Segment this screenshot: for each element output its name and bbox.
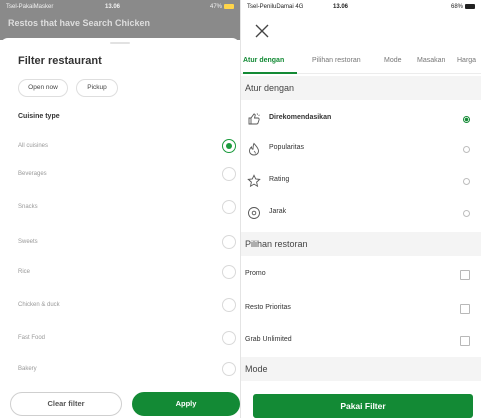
cuisine-option[interactable]: Chicken & duck [0, 297, 240, 317]
apply-button[interactable]: Apply [132, 392, 240, 416]
carrier-label: Tsel-PeniluDamai [247, 4, 294, 10]
cuisine-radio[interactable] [222, 200, 236, 214]
status-bar: Tsel-PakaiMasker 13.06 47% [0, 0, 240, 14]
background-page-title: Restos that have Search Chicken [8, 18, 151, 28]
restaurant-checkbox[interactable] [460, 336, 470, 346]
cuisine-option-label: All cuisines [18, 143, 49, 149]
section-header-mode: Mode [241, 357, 481, 381]
cuisine-radio[interactable] [222, 235, 236, 249]
fire-icon [249, 142, 259, 156]
carrier-label: Tsel-PakaiMasker [6, 4, 54, 10]
battery-indicator: 68% [451, 4, 475, 10]
clock-label: 13.06 [105, 4, 121, 10]
apply-filter-button[interactable]: Pakai Filter [253, 394, 473, 418]
clock-label: 13.06 [333, 4, 349, 10]
open-now-chip[interactable]: Open now [18, 79, 68, 97]
cuisine-option[interactable]: Snacks [0, 199, 240, 219]
cuisine-option[interactable]: Bakery [0, 361, 240, 381]
active-tab-indicator [243, 72, 297, 74]
restaurant-option-label: Grab Unlimited [245, 336, 292, 343]
thumbs-up-icon [248, 113, 260, 125]
status-bar: Tsel-PeniluDamai 4G 13.06 68% [241, 0, 481, 14]
cuisine-option-label: Snacks [18, 204, 38, 210]
cuisine-radio[interactable] [222, 362, 236, 376]
cuisine-option-label: Fast Food [18, 335, 46, 341]
network-label: 4G [295, 4, 304, 10]
sort-option-rating[interactable]: Rating [241, 167, 481, 195]
restaurant-option-label: Promo [245, 270, 266, 277]
cuisine-option-label: Chicken & duck [18, 302, 60, 308]
tab-pilihan-restoran[interactable]: Pilihan restoran [312, 57, 361, 64]
clear-filter-button[interactable]: Clear filter [10, 392, 122, 416]
sort-option-popularity[interactable]: Popularitas [241, 135, 481, 163]
sort-option-label: Rating [269, 176, 290, 183]
restaurant-option-priority[interactable]: Resto Prioritas [241, 295, 481, 323]
restaurant-checkbox[interactable] [460, 304, 470, 314]
battery-icon [465, 4, 475, 9]
battery-indicator: 47% [210, 4, 234, 10]
restaurant-option-label: Resto Prioritas [245, 304, 291, 311]
carrier-indicator: Tsel-PeniluDamai 4G [247, 4, 303, 10]
battery-icon [224, 4, 234, 9]
close-icon[interactable] [253, 22, 271, 40]
tab-atur-dengan[interactable]: Atur dengan [243, 57, 284, 64]
cuisine-radio[interactable] [222, 298, 236, 312]
cuisine-option[interactable]: Fast Food [0, 330, 240, 350]
cuisine-radio[interactable] [222, 139, 236, 153]
sort-option-label: Jarak [269, 208, 287, 215]
cuisine-option[interactable]: Sweets [0, 234, 240, 254]
cuisine-radio[interactable] [222, 265, 236, 279]
battery-label: 68% [450, 4, 463, 11]
section-header-sort: Atur dengan [241, 76, 481, 100]
location-pin-icon [248, 207, 260, 219]
sort-radio[interactable] [463, 210, 470, 217]
cuisine-option-label: Beverages [18, 171, 47, 177]
cuisine-option[interactable]: All cuisines [0, 138, 240, 158]
pickup-chip[interactable]: Pickup [76, 79, 118, 97]
filter-tabs: Atur dengan Pilihan restoran Mode Masaka… [241, 52, 481, 74]
sort-option-recommended[interactable]: Direkomendasikan [241, 105, 481, 133]
tab-mode[interactable]: Mode [384, 57, 402, 64]
cuisine-option[interactable]: Beverages [0, 166, 240, 186]
cuisine-option-label: Bakery [18, 366, 37, 372]
right-filter-screen: Tsel-PeniluDamai 4G 13.06 68% Atur denga… [241, 0, 481, 418]
restaurant-option-unlimited[interactable]: Grab Unlimited [241, 327, 481, 355]
filter-bottom-sheet: Filter restaurant Open now Pickup Cuisin… [0, 38, 240, 418]
star-icon [247, 174, 261, 188]
sort-option-distance[interactable]: Jarak [241, 199, 481, 227]
battery-label: 47% [209, 4, 222, 11]
cuisine-radio[interactable] [222, 331, 236, 345]
sort-radio[interactable] [463, 178, 470, 185]
left-filter-screen: Tsel-PakaiMasker 13.06 47% Restos that h… [0, 0, 240, 418]
cuisine-option-label: Sweets [18, 239, 38, 245]
sort-option-label: Popularitas [269, 144, 305, 151]
sheet-title: Filter restaurant [18, 55, 102, 67]
sort-option-label: Direkomendasikan [269, 114, 332, 121]
section-header-restaurant: Pilihan restoran [241, 232, 481, 256]
sheet-drag-handle[interactable] [110, 42, 130, 44]
cuisine-radio[interactable] [222, 167, 236, 181]
cuisine-option[interactable]: Rice [0, 264, 240, 284]
sort-radio[interactable] [463, 116, 470, 123]
restaurant-checkbox[interactable] [460, 270, 470, 280]
tab-harga[interactable]: Harga [457, 57, 476, 64]
sort-radio[interactable] [463, 146, 470, 153]
tab-masakan[interactable]: Masakan [417, 57, 445, 64]
cuisine-option-label: Rice [18, 269, 31, 275]
restaurant-option-promo[interactable]: Promo [241, 261, 481, 289]
cuisine-section-title: Cuisine type [18, 113, 60, 120]
